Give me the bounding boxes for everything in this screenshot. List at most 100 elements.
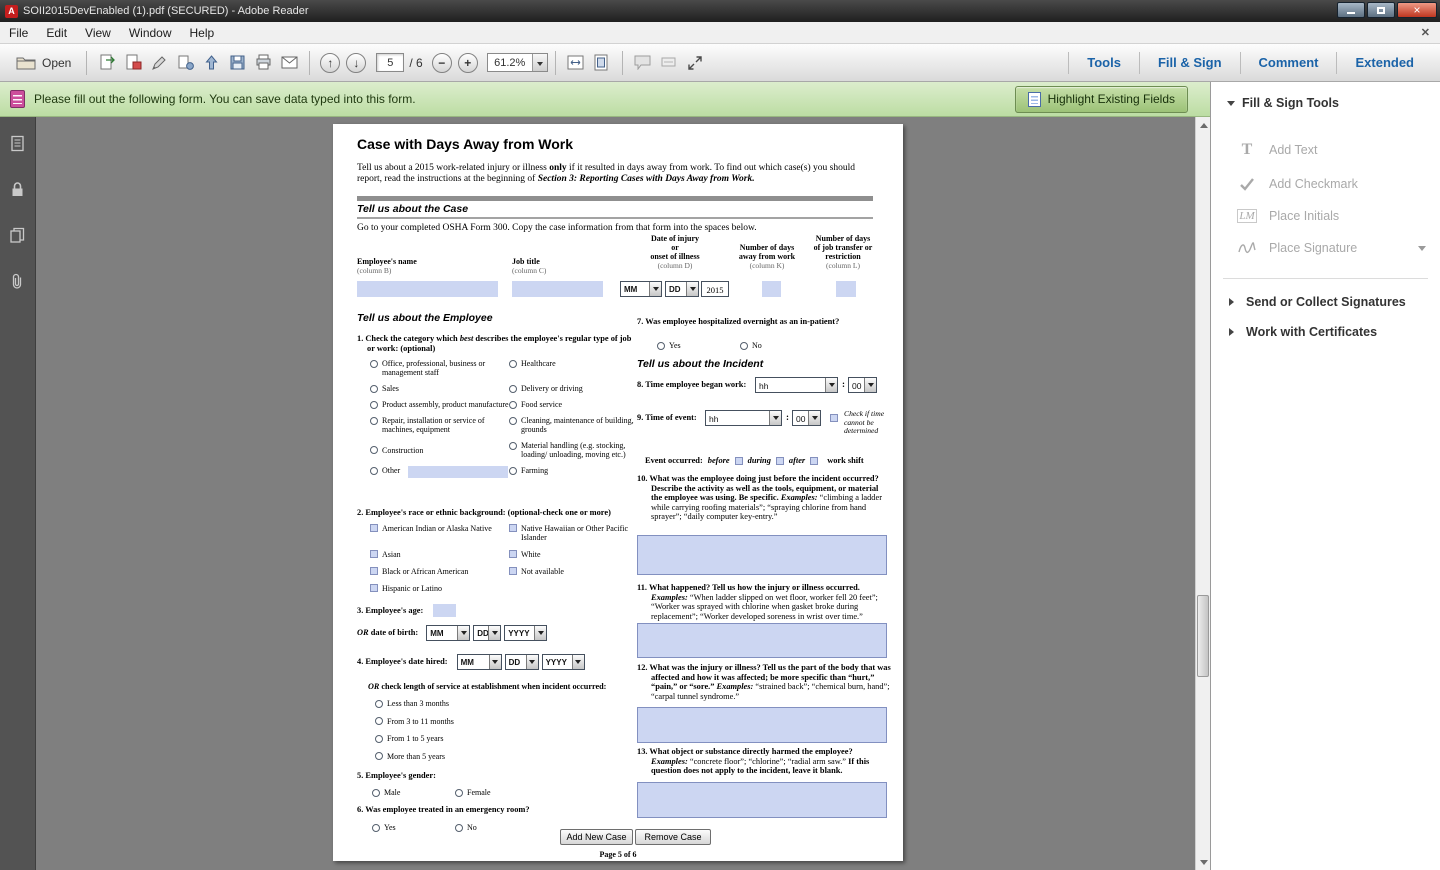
sign-pen-icon[interactable] xyxy=(146,50,172,76)
began-work-minute-dropdown[interactable]: 00 xyxy=(848,377,877,393)
email-icon[interactable] xyxy=(276,50,302,76)
fullscreen-icon[interactable] xyxy=(682,50,708,76)
q1-option-cleaning[interactable]: Cleaning, maintenance of building, groun… xyxy=(509,416,640,434)
q1-option-other[interactable]: Other xyxy=(370,466,509,478)
maximize-button[interactable] xyxy=(1367,2,1395,18)
radio-button[interactable] xyxy=(509,417,517,425)
dropdown-arrow-icon[interactable] xyxy=(457,626,469,640)
q5-option-female[interactable]: Female xyxy=(455,788,538,797)
add-text-tool[interactable]: T Add Text xyxy=(1211,132,1440,168)
send-collect-signatures-section[interactable]: Send or Collect Signatures xyxy=(1211,287,1440,317)
q2-option-black[interactable]: Black or African American xyxy=(370,567,509,576)
zoom-dropdown-arrow-icon[interactable] xyxy=(532,54,547,71)
q6-option-no[interactable]: No xyxy=(455,823,538,832)
tab-tools[interactable]: Tools xyxy=(1069,44,1139,81)
job-title-input[interactable] xyxy=(512,281,603,297)
q1-option-farming[interactable]: Farming xyxy=(509,466,640,475)
radio-button[interactable] xyxy=(370,360,378,368)
tab-extended[interactable]: Extended xyxy=(1337,44,1432,81)
q1-option-construction[interactable]: Construction xyxy=(370,446,509,455)
menu-edit[interactable]: Edit xyxy=(37,22,76,43)
radio-button[interactable] xyxy=(657,342,665,350)
dropdown-arrow-icon[interactable] xyxy=(686,282,698,296)
q12-textarea[interactable] xyxy=(637,707,887,743)
dropdown-arrow-icon[interactable] xyxy=(488,626,500,640)
open-button[interactable]: Open xyxy=(8,51,79,74)
radio-button[interactable] xyxy=(455,824,463,832)
save-icon[interactable] xyxy=(224,50,250,76)
page-number-input[interactable]: 5 xyxy=(376,53,404,72)
radio-button[interactable] xyxy=(509,442,517,450)
create-pdf-icon[interactable] xyxy=(120,50,146,76)
zoom-level-select[interactable]: 61.2% xyxy=(487,53,548,72)
radio-button[interactable] xyxy=(455,789,463,797)
q4-option-less-3-months[interactable]: Less than 3 months xyxy=(375,699,454,708)
q13-textarea[interactable] xyxy=(637,782,887,818)
checkbox[interactable] xyxy=(370,524,378,532)
print-icon[interactable] xyxy=(250,50,276,76)
q2-option-asian[interactable]: Asian xyxy=(370,550,509,559)
event-after-checkbox[interactable] xyxy=(810,457,818,465)
q1-option-food-service[interactable]: Food service xyxy=(509,400,640,409)
event-hour-dropdown[interactable]: hh xyxy=(705,410,782,426)
dropdown-arrow-icon[interactable] xyxy=(572,655,584,669)
work-with-certificates-section[interactable]: Work with Certificates xyxy=(1211,317,1440,347)
place-initials-tool[interactable]: LM Place Initials xyxy=(1211,200,1440,232)
remove-case-button[interactable]: Remove Case xyxy=(635,829,711,845)
radio-button[interactable] xyxy=(370,417,378,425)
radio-button[interactable] xyxy=(509,385,517,393)
send-upload-icon[interactable] xyxy=(198,50,224,76)
time-undetermined-checkbox[interactable] xyxy=(830,414,838,422)
injury-day-dropdown[interactable]: DD xyxy=(665,281,699,297)
dropdown-arrow-icon[interactable] xyxy=(534,626,546,640)
checkbox[interactable] xyxy=(509,524,517,532)
q4-option-more-5-years[interactable]: More than 5 years xyxy=(375,752,454,761)
tab-comment[interactable]: Comment xyxy=(1241,44,1337,81)
q2-option-american-indian[interactable]: American Indian or Alaska Native xyxy=(370,524,509,533)
fit-page-icon[interactable] xyxy=(589,50,615,76)
place-signature-tool[interactable]: Place Signature xyxy=(1211,232,1440,264)
checkbox[interactable] xyxy=(370,550,378,558)
q2-option-native-hawaiian[interactable]: Native Hawaiian or Other Pacific Islande… xyxy=(509,524,640,542)
dropdown-arrow-icon[interactable] xyxy=(649,282,661,296)
security-lock-icon[interactable] xyxy=(8,179,28,199)
checkbox[interactable] xyxy=(509,567,517,575)
scroll-down-icon[interactable] xyxy=(1196,855,1210,870)
q1-option-office[interactable]: Office, professional, business or manage… xyxy=(370,359,509,377)
radio-button[interactable] xyxy=(740,342,748,350)
radio-button[interactable] xyxy=(509,401,517,409)
attachments-paperclip-icon[interactable] xyxy=(8,271,28,291)
dropdown-arrow-icon[interactable] xyxy=(808,411,820,425)
other-input[interactable] xyxy=(408,466,508,478)
menu-window[interactable]: Window xyxy=(120,22,181,43)
radio-button[interactable] xyxy=(375,700,383,708)
age-input[interactable] xyxy=(433,604,456,617)
q11-textarea[interactable] xyxy=(637,623,887,658)
days-restriction-input[interactable] xyxy=(836,281,856,297)
dropdown-arrow-icon[interactable] xyxy=(825,378,837,392)
days-away-input[interactable] xyxy=(762,281,781,297)
q7-option-yes[interactable]: Yes xyxy=(657,341,740,350)
q7-option-no[interactable]: No xyxy=(740,341,823,350)
dropdown-arrow-icon[interactable] xyxy=(769,411,781,425)
fit-width-icon[interactable] xyxy=(563,50,589,76)
share-file-icon[interactable] xyxy=(172,50,198,76)
q4-option-1-5-years[interactable]: From 1 to 5 years xyxy=(375,734,454,743)
dropdown-arrow-icon[interactable] xyxy=(864,378,876,392)
add-new-case-button[interactable]: Add New Case xyxy=(560,829,633,845)
menu-help[interactable]: Help xyxy=(181,22,224,43)
q1-option-sales[interactable]: Sales xyxy=(370,384,509,393)
export-pdf-icon[interactable] xyxy=(94,50,120,76)
signature-dropdown-icon[interactable] xyxy=(1418,246,1426,255)
radio-button[interactable] xyxy=(509,360,517,368)
dob-day-dropdown[interactable]: DD xyxy=(473,625,501,641)
tab-fill-sign[interactable]: Fill & Sign xyxy=(1140,44,1240,81)
injury-month-dropdown[interactable]: MM xyxy=(620,281,662,297)
page-thumbnails-icon[interactable] xyxy=(8,133,28,153)
q4-option-3-11-months[interactable]: From 3 to 11 months xyxy=(375,717,454,726)
began-work-hour-dropdown[interactable]: hh xyxy=(755,377,838,393)
checkbox[interactable] xyxy=(370,584,378,592)
add-checkmark-tool[interactable]: Add Checkmark xyxy=(1211,168,1440,200)
dropdown-arrow-icon[interactable] xyxy=(489,655,501,669)
radio-button[interactable] xyxy=(370,385,378,393)
